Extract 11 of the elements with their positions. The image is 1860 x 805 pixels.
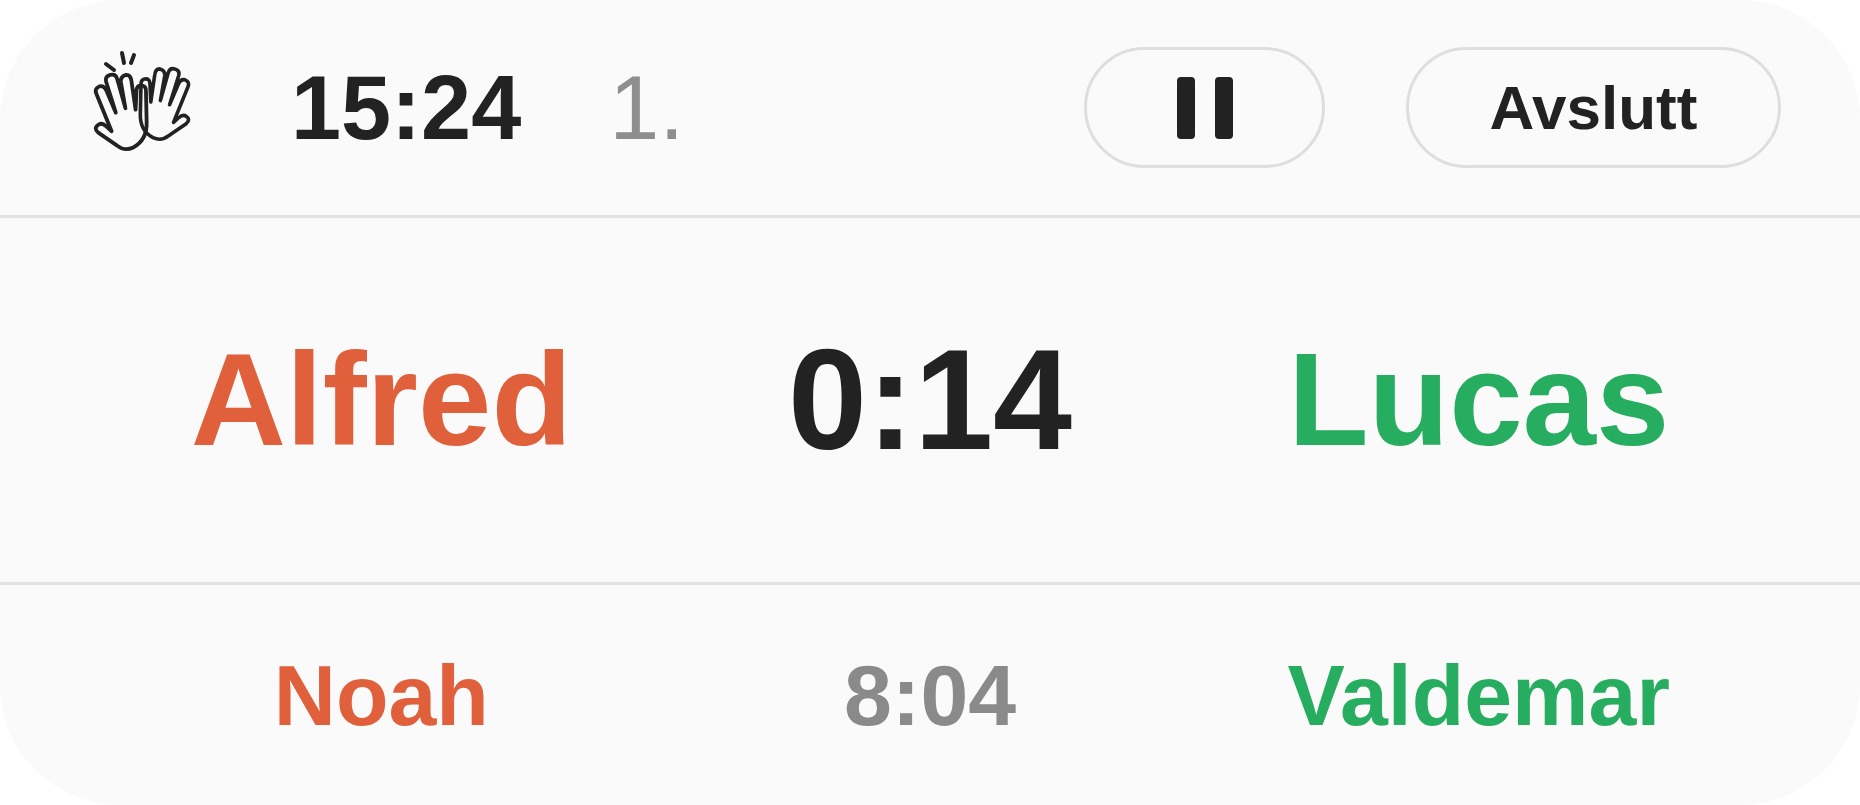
next-match-time: 8:04	[843, 652, 1017, 738]
player-name: Lucas	[1287, 334, 1670, 466]
end-button[interactable]: Avslutt	[1406, 47, 1781, 168]
pause-button[interactable]	[1084, 47, 1325, 168]
match-time: 0:14	[787, 329, 1073, 471]
player-name: Alfred	[190, 334, 572, 466]
next-player-name: Valdemar	[1287, 652, 1670, 738]
period-number: 1.	[609, 62, 685, 153]
clock-time: 15:24	[291, 62, 522, 153]
next-player-name: Noah	[273, 652, 489, 738]
pause-icon	[1176, 76, 1233, 139]
